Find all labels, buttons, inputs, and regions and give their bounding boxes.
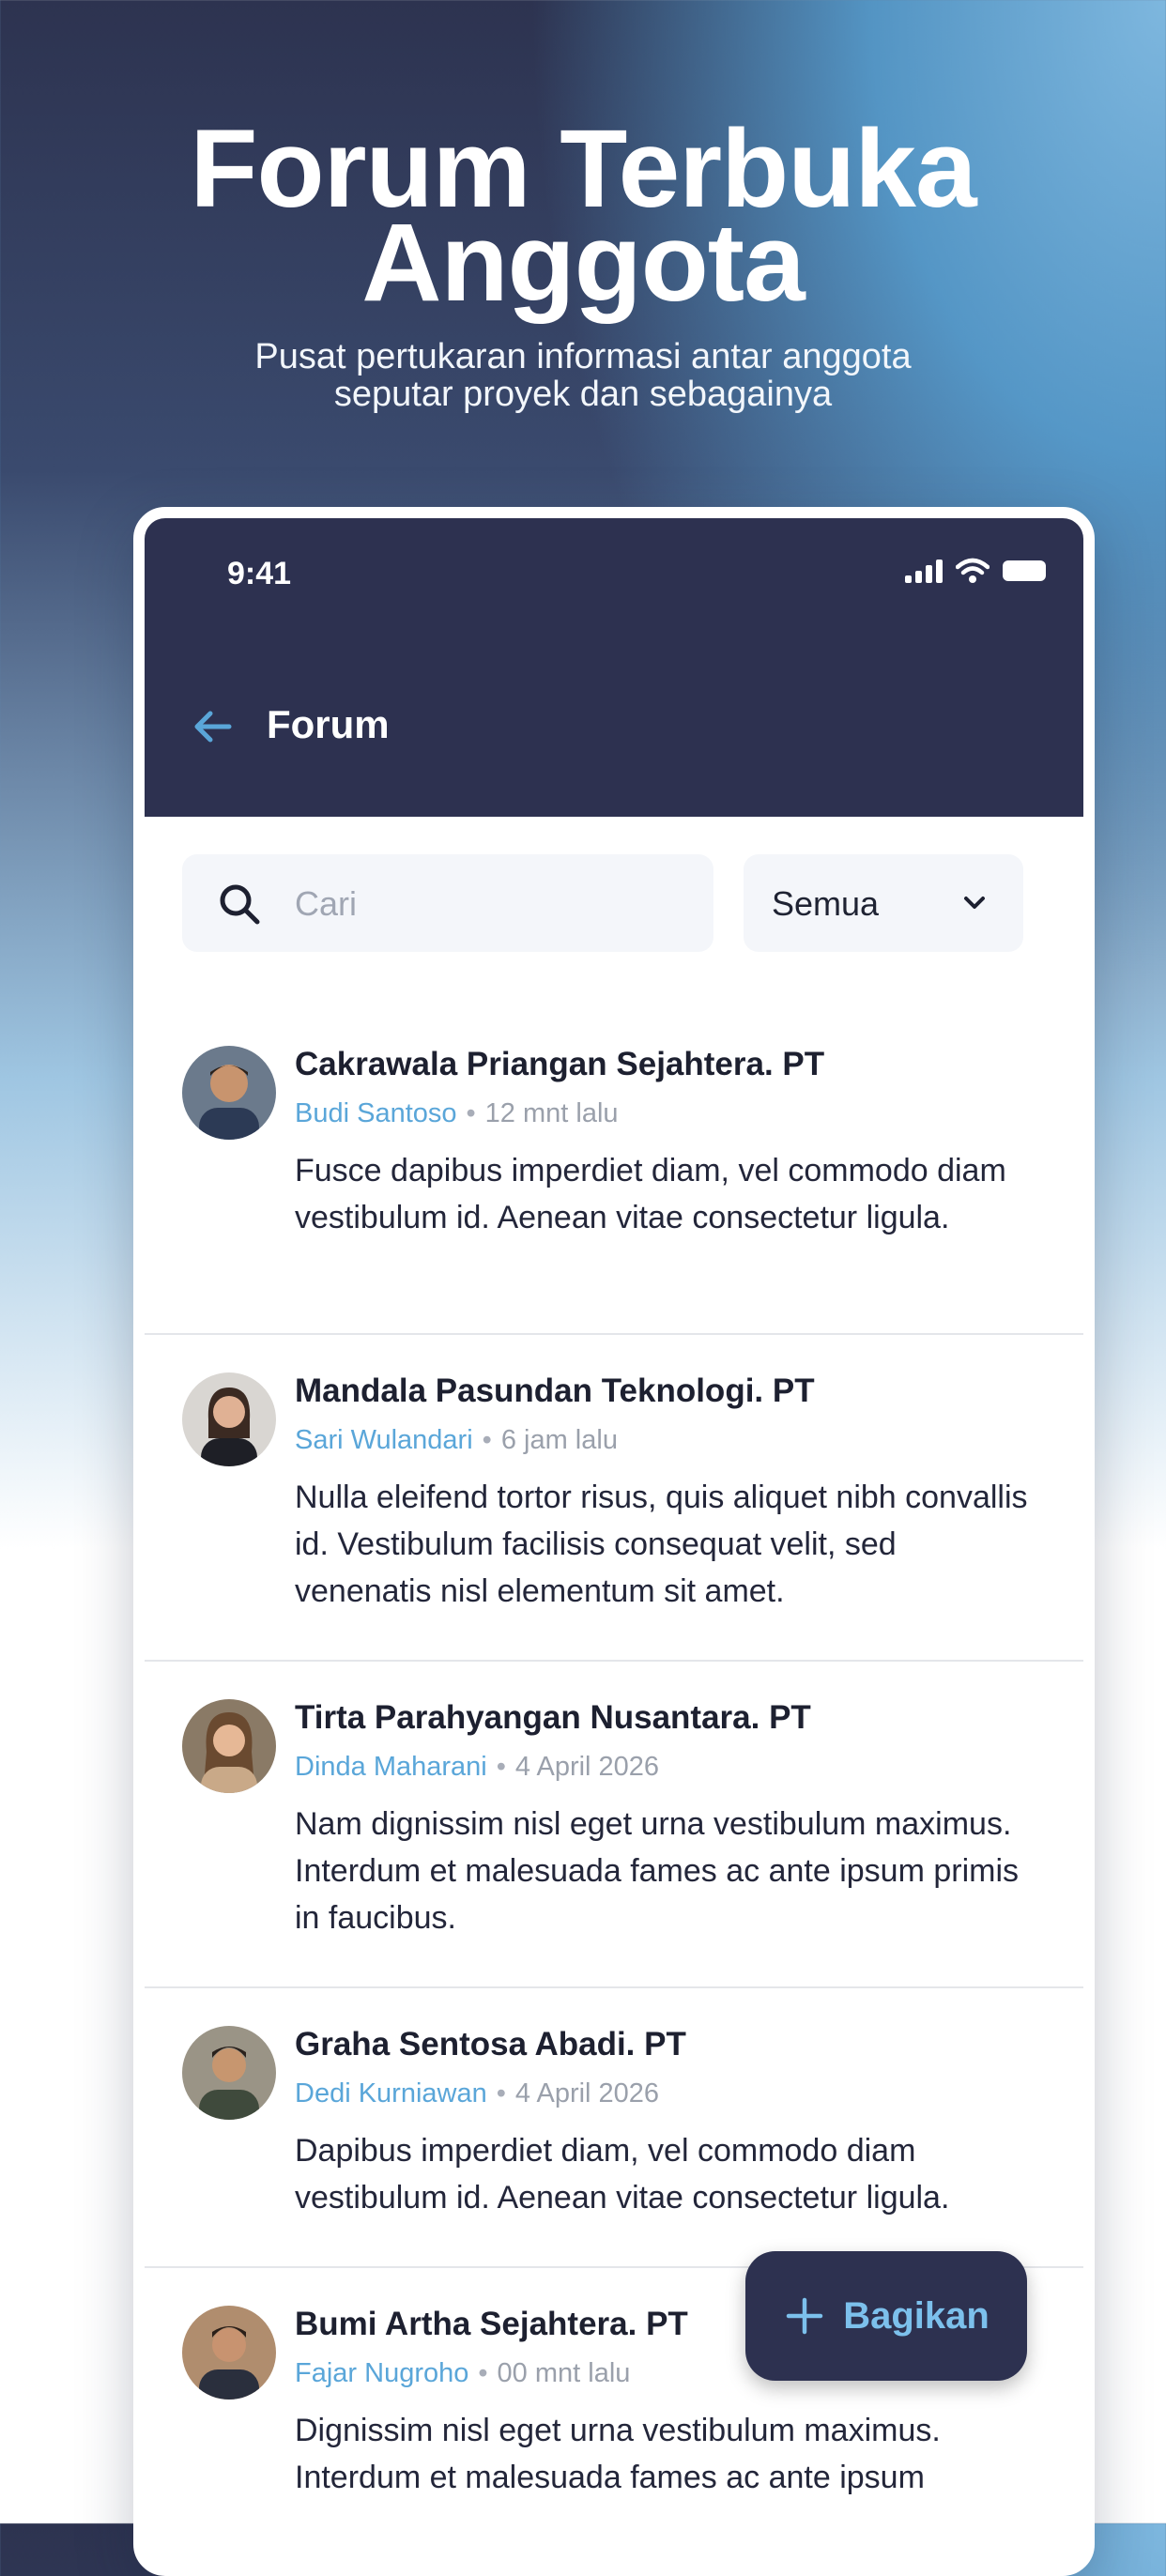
separator-dot: • (466, 1098, 476, 1128)
post-meta: Dinda Maharani • 4 April 2026 (295, 1752, 659, 1783)
post-item[interactable]: Cakrawala Priangan Sejahtera. PT Budi Sa… (145, 1008, 1083, 1335)
status-icons (905, 558, 1046, 584)
post-body: Dapibus imperdiet diam, vel commodo diam… (295, 2133, 950, 2216)
promo-header: Forum Terbuka Anggota Pusat pertukaran i… (0, 114, 1166, 413)
separator-dot: • (496, 2078, 506, 2108)
filter-dropdown[interactable]: Semua (744, 854, 1023, 952)
post-author[interactable]: Dinda Maharani (295, 1752, 487, 1782)
share-button-label: Bagikan (843, 2294, 990, 2337)
separator-dot: • (482, 1425, 492, 1455)
separator-dot: • (496, 1752, 506, 1782)
post-body: Dignissim nisl eget urna vestibulum maxi… (295, 2413, 941, 2495)
post-author[interactable]: Dedi Kurniawan (295, 2078, 487, 2108)
post-body: Nulla eleifend tortor risus, quis alique… (295, 1480, 1028, 1609)
post-meta: Fajar Nugroho • 00 mnt lalu (295, 2358, 630, 2389)
wifi-icon (956, 558, 990, 583)
search-box[interactable] (182, 854, 713, 952)
back-arrow-icon[interactable] (190, 704, 235, 749)
promo-subtitle: Pusat pertukaran informasi antar anggota… (0, 338, 1166, 413)
post-author[interactable]: Sari Wulandari (295, 1425, 473, 1455)
app-header: 9:41 Forum (145, 518, 1083, 817)
post-meta: Dedi Kurniawan • 4 April 2026 (295, 2078, 659, 2109)
promo-headline: Forum Terbuka Anggota (0, 114, 1166, 325)
avatar (182, 2026, 276, 2120)
post-company[interactable]: Mandala Pasundan Teknologi. PT (295, 1372, 815, 1410)
status-time: 9:41 (227, 556, 292, 591)
post-time: 4 April 2026 (514, 2078, 660, 2108)
post-item[interactable]: Mandala Pasundan Teknologi. PT Sari Wula… (145, 1335, 1083, 1662)
post-item[interactable]: Tirta Parahyangan Nusantara. PT Dinda Ma… (145, 1662, 1083, 1988)
avatar (182, 1699, 276, 1793)
share-button[interactable]: Bagikan (745, 2251, 1027, 2381)
post-company[interactable]: Bumi Artha Sejahtera. PT (295, 2306, 688, 2343)
post-company[interactable]: Cakrawala Priangan Sejahtera. PT (295, 1046, 824, 1083)
post-time: 6 jam lalu (500, 1425, 618, 1455)
signal-icon (905, 559, 943, 583)
headline-line-2: Anggota (361, 201, 805, 325)
post-meta: Sari Wulandari • 6 jam lalu (295, 1425, 618, 1456)
avatar (182, 1372, 276, 1466)
page-title: Forum (267, 702, 390, 746)
avatar (182, 1046, 276, 1140)
plus-icon (786, 2297, 823, 2335)
chevron-down-icon (964, 897, 985, 909)
subtitle-line-2: seputar proyek dan sebagainya (333, 375, 833, 414)
filter-selected-value: Semua (772, 884, 880, 923)
post-time: 12 mnt lalu (484, 1098, 619, 1128)
post-time: 00 mnt lalu (497, 2358, 631, 2388)
phone-frame: 9:41 Forum Semua (133, 507, 1095, 2576)
post-body: Fusce dapibus imperdiet diam, vel commod… (295, 1153, 1006, 1235)
search-icon (220, 884, 260, 925)
subtitle-line-1: Pusat pertukaran informasi antar anggota (254, 337, 912, 376)
search-input[interactable] (293, 879, 691, 929)
avatar (182, 2306, 276, 2400)
post-author[interactable]: Fajar Nugroho (295, 2358, 468, 2388)
post-company[interactable]: Tirta Parahyangan Nusantara. PT (295, 1699, 811, 1737)
separator-dot: • (478, 2358, 488, 2388)
post-time: 4 April 2026 (514, 1752, 660, 1782)
battery-icon (1003, 560, 1046, 581)
post-company[interactable]: Graha Sentosa Abadi. PT (295, 2026, 686, 2063)
post-item[interactable]: Graha Sentosa Abadi. PT Dedi Kurniawan • 4… (145, 1988, 1083, 2268)
post-author[interactable]: Budi Santoso (295, 1098, 457, 1128)
post-body: Nam dignissim nisl eget urna vestibulum … (295, 1806, 1020, 1936)
post-meta: Budi Santoso • 12 mnt lalu (295, 1098, 619, 1129)
